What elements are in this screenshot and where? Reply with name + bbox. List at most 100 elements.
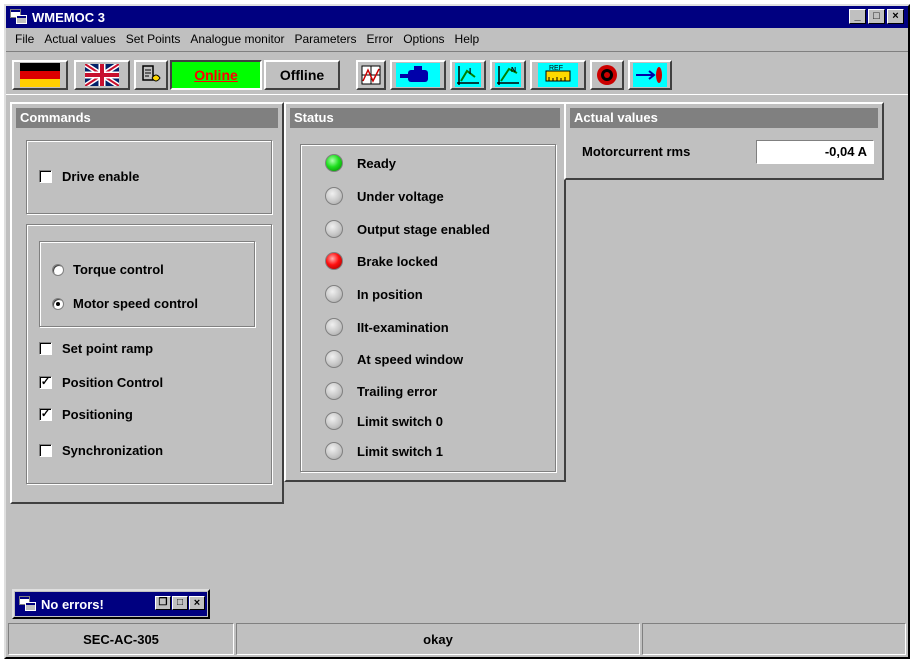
menu-help[interactable]: Help — [450, 32, 485, 46]
menu-options[interactable]: Options — [398, 32, 449, 46]
actual-values-title: Actual values — [570, 108, 878, 128]
led-icon — [325, 187, 343, 205]
reference-icon[interactable]: REF — [530, 60, 586, 90]
motorcurrent-label: Motorcurrent rms — [582, 144, 691, 159]
menu-set-points[interactable]: Set Points — [121, 32, 186, 46]
led-icon — [325, 154, 343, 172]
extra-cell — [642, 623, 906, 655]
motor-icon[interactable] — [390, 60, 446, 90]
position-control-checkbox[interactable]: ✓ Position Control — [39, 375, 163, 390]
position-arrow-icon[interactable] — [628, 60, 672, 90]
torque-control-radio-dot[interactable] — [52, 263, 64, 276]
status-iit-examination: IIt-examination — [325, 317, 449, 337]
drive-enable-label: Drive enable — [62, 169, 140, 184]
menu-file[interactable]: File — [10, 32, 39, 46]
set-point-ramp-label: Set point ramp — [62, 341, 154, 356]
positioning-checkbox[interactable]: ✓ Positioning — [39, 407, 133, 422]
status-label: Ready — [357, 155, 397, 171]
positioning-label: Positioning — [62, 407, 133, 422]
app-icon[interactable] — [10, 9, 28, 25]
position-control-label: Position Control — [62, 375, 164, 390]
motorcurrent-value: -0,04 A — [756, 140, 874, 164]
led-icon — [325, 442, 343, 460]
restore-button[interactable]: ❐ — [155, 596, 171, 610]
control-mode-group: Torque control Motor speed control — [39, 241, 255, 327]
status-label: At speed window — [357, 351, 464, 367]
commands-panel: Commands Drive enable Torque control Mot… — [10, 102, 284, 504]
set-point-ramp-box[interactable] — [39, 342, 52, 355]
led-icon — [325, 252, 343, 270]
window-title: WMEMOC 3 — [32, 9, 105, 25]
commands-title: Commands — [16, 108, 278, 128]
led-icon — [325, 285, 343, 303]
offline-label: Offline — [279, 67, 325, 83]
motor-speed-control-radio[interactable]: Motor speed control — [52, 296, 198, 311]
status-label: Limit switch 0 — [357, 413, 443, 429]
drive-enable-box[interactable] — [39, 170, 52, 183]
menu-error[interactable]: Error — [362, 32, 399, 46]
status-title: Status — [290, 108, 560, 128]
drive-enable-group: Drive enable — [26, 140, 272, 214]
uk-flag-icon[interactable] — [74, 60, 130, 90]
positioning-box[interactable]: ✓ — [39, 408, 52, 421]
target-icon[interactable] — [590, 60, 624, 90]
position-control-box[interactable]: ✓ — [39, 376, 52, 389]
message-cell: okay — [236, 623, 640, 655]
led-icon — [325, 382, 343, 400]
torque-control-label: Torque control — [73, 262, 164, 277]
offline-button[interactable]: Offline — [264, 60, 340, 90]
status-label: Limit switch 1 — [357, 443, 443, 459]
menu-bar: File Actual values Set Points Analogue m… — [6, 29, 908, 49]
svg-text:REF: REF — [549, 65, 563, 72]
maximize-button[interactable]: □ — [172, 596, 188, 610]
menu-parameters[interactable]: Parameters — [289, 32, 361, 46]
error-window[interactable]: No errors! ❐ □ × — [12, 589, 210, 619]
svg-text:I: I — [469, 67, 471, 76]
status-ready: Ready — [325, 153, 396, 173]
status-label: In position — [357, 286, 423, 302]
close-button[interactable]: × — [189, 596, 205, 610]
torque-control-radio[interactable]: Torque control — [52, 262, 164, 277]
title-bar[interactable]: WMEMOC 3 _ □ × — [6, 6, 908, 28]
torque-chart-icon[interactable]: I — [450, 60, 486, 90]
error-window-icon — [19, 596, 37, 612]
led-icon — [325, 350, 343, 368]
status-brake-locked: Brake locked — [325, 251, 438, 271]
mode-group: Torque control Motor speed control Set p… — [26, 224, 272, 484]
drive-enable-checkbox[interactable]: Drive enable — [39, 169, 139, 184]
status-panel: Status Ready Under voltage Output stage … — [284, 102, 566, 482]
device-cell: SEC-AC-305 — [8, 623, 234, 655]
status-label: Under voltage — [357, 188, 444, 204]
german-flag-icon[interactable] — [12, 60, 68, 90]
synchronization-checkbox[interactable]: Synchronization — [39, 443, 163, 458]
toolbar: Online Offline I N REF — [6, 51, 908, 95]
speed-chart-icon[interactable]: N — [490, 60, 526, 90]
status-at-speed-window: At speed window — [325, 349, 463, 369]
status-label: Brake locked — [357, 253, 438, 269]
status-trailing-error: Trailing error — [325, 381, 437, 401]
menu-analogue-monitor[interactable]: Analogue monitor — [185, 32, 289, 46]
synchronization-label: Synchronization — [62, 443, 164, 458]
status-limit-switch-0: Limit switch 0 — [325, 411, 443, 431]
error-window-titlebar[interactable]: No errors! ❐ □ × — [15, 592, 207, 616]
status-output-stage-enabled: Output stage enabled — [325, 219, 490, 239]
status-under-voltage: Under voltage — [325, 186, 444, 206]
synchronization-box[interactable] — [39, 444, 52, 457]
scope-icon[interactable] — [356, 60, 386, 90]
maximize-button[interactable]: □ — [868, 9, 885, 24]
motor-speed-control-radio-dot[interactable] — [52, 297, 64, 310]
led-icon — [325, 412, 343, 430]
online-label: Online — [194, 67, 238, 83]
drive-config-icon[interactable] — [134, 60, 168, 90]
set-point-ramp-checkbox[interactable]: Set point ramp — [39, 341, 153, 356]
led-icon — [325, 318, 343, 336]
minimize-button[interactable]: _ — [849, 9, 866, 24]
menu-actual-values[interactable]: Actual values — [39, 32, 120, 46]
online-button[interactable]: Online — [170, 60, 262, 90]
svg-text:N: N — [511, 67, 516, 74]
close-button[interactable]: × — [887, 9, 904, 24]
led-icon — [325, 220, 343, 238]
status-group: Ready Under voltage Output stage enabled… — [300, 144, 556, 472]
motor-speed-control-label: Motor speed control — [73, 296, 198, 311]
status-label: IIt-examination — [357, 319, 449, 335]
